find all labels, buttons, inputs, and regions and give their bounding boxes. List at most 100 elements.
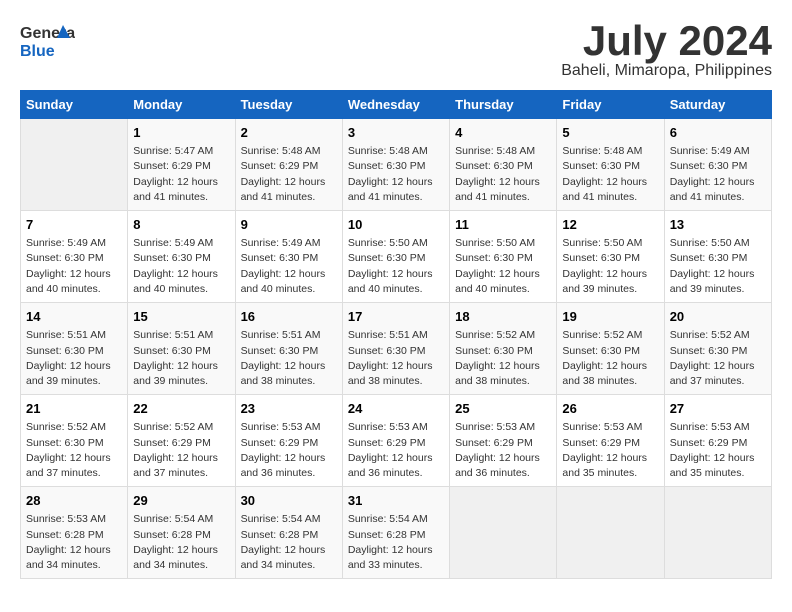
day-info: Sunrise: 5:48 AMSunset: 6:29 PMDaylight:… [241, 144, 337, 205]
day-number: 30 [241, 492, 337, 510]
day-info: Sunrise: 5:53 AMSunset: 6:29 PMDaylight:… [562, 420, 658, 481]
calendar-cell: 12 Sunrise: 5:50 AMSunset: 6:30 PMDayligh… [557, 211, 664, 303]
month-title: July 2024 [561, 20, 772, 62]
day-number: 9 [241, 216, 337, 234]
header-monday: Monday [128, 91, 235, 119]
day-info: Sunrise: 5:54 AMSunset: 6:28 PMDaylight:… [241, 512, 337, 573]
calendar-cell: 25 Sunrise: 5:53 AMSunset: 6:29 PMDayligh… [450, 395, 557, 487]
day-number: 29 [133, 492, 229, 510]
location-title: Baheli, Mimaropa, Philippines [561, 62, 772, 80]
calendar-cell [450, 487, 557, 579]
day-info: Sunrise: 5:52 AMSunset: 6:30 PMDaylight:… [455, 328, 551, 389]
day-number: 7 [26, 216, 122, 234]
day-number: 11 [455, 216, 551, 234]
day-info: Sunrise: 5:51 AMSunset: 6:30 PMDaylight:… [348, 328, 444, 389]
title-area: July 2024 Baheli, Mimaropa, Philippines [561, 20, 772, 80]
day-info: Sunrise: 5:52 AMSunset: 6:29 PMDaylight:… [133, 420, 229, 481]
calendar-cell: 14 Sunrise: 5:51 AMSunset: 6:30 PMDayligh… [21, 303, 128, 395]
day-number: 18 [455, 308, 551, 326]
calendar-cell [21, 119, 128, 211]
calendar-cell: 4 Sunrise: 5:48 AMSunset: 6:30 PMDaylight… [450, 119, 557, 211]
calendar-cell: 2 Sunrise: 5:48 AMSunset: 6:29 PMDaylight… [235, 119, 342, 211]
calendar-cell: 30 Sunrise: 5:54 AMSunset: 6:28 PMDayligh… [235, 487, 342, 579]
day-number: 3 [348, 124, 444, 142]
calendar-table: SundayMondayTuesdayWednesdayThursdayFrid… [20, 90, 772, 579]
day-number: 20 [670, 308, 766, 326]
calendar-cell: 18 Sunrise: 5:52 AMSunset: 6:30 PMDayligh… [450, 303, 557, 395]
day-number: 8 [133, 216, 229, 234]
day-number: 25 [455, 400, 551, 418]
calendar-cell [664, 487, 771, 579]
calendar-cell: 8 Sunrise: 5:49 AMSunset: 6:30 PMDaylight… [128, 211, 235, 303]
day-info: Sunrise: 5:47 AMSunset: 6:29 PMDaylight:… [133, 144, 229, 205]
day-number: 22 [133, 400, 229, 418]
day-number: 31 [348, 492, 444, 510]
day-info: Sunrise: 5:52 AMSunset: 6:30 PMDaylight:… [26, 420, 122, 481]
week-row-5: 28 Sunrise: 5:53 AMSunset: 6:28 PMDayligh… [21, 487, 772, 579]
calendar-cell: 15 Sunrise: 5:51 AMSunset: 6:30 PMDayligh… [128, 303, 235, 395]
svg-text:Blue: Blue [20, 43, 55, 60]
calendar-cell: 24 Sunrise: 5:53 AMSunset: 6:29 PMDayligh… [342, 395, 449, 487]
calendar-cell: 27Sunrise: 5:53 AMSunset: 6:29 PMDayligh… [664, 395, 771, 487]
day-info: Sunrise: 5:48 AMSunset: 6:30 PMDaylight:… [348, 144, 444, 205]
week-row-1: 1Sunrise: 5:47 AMSunset: 6:29 PMDaylight… [21, 119, 772, 211]
calendar-cell: 26 Sunrise: 5:53 AMSunset: 6:29 PMDayligh… [557, 395, 664, 487]
day-info: Sunrise: 5:51 AMSunset: 6:30 PMDaylight:… [241, 328, 337, 389]
day-info: Sunrise: 5:50 AMSunset: 6:30 PMDaylight:… [562, 236, 658, 297]
day-info: Sunrise: 5:54 AMSunset: 6:28 PMDaylight:… [133, 512, 229, 573]
day-number: 5 [562, 124, 658, 142]
calendar-cell: 29 Sunrise: 5:54 AMSunset: 6:28 PMDayligh… [128, 487, 235, 579]
calendar-cell: 20 Sunrise: 5:52 AMSunset: 6:30 PMDayligh… [664, 303, 771, 395]
day-info: Sunrise: 5:49 AMSunset: 6:30 PMDaylight:… [241, 236, 337, 297]
day-number: 21 [26, 400, 122, 418]
day-info: Sunrise: 5:53 AMSunset: 6:29 PMDaylight:… [455, 420, 551, 481]
day-number: 2 [241, 124, 337, 142]
day-number: 14 [26, 308, 122, 326]
day-info: Sunrise: 5:48 AMSunset: 6:30 PMDaylight:… [562, 144, 658, 205]
calendar-cell: 6Sunrise: 5:49 AMSunset: 6:30 PMDaylight… [664, 119, 771, 211]
day-info: Sunrise: 5:49 AMSunset: 6:30 PMDaylight:… [670, 144, 766, 205]
day-number: 4 [455, 124, 551, 142]
calendar-cell: 3 Sunrise: 5:48 AMSunset: 6:30 PMDaylight… [342, 119, 449, 211]
calendar-cell: 10Sunrise: 5:50 AMSunset: 6:30 PMDayligh… [342, 211, 449, 303]
calendar-cell: 31 Sunrise: 5:54 AMSunset: 6:28 PMDayligh… [342, 487, 449, 579]
day-info: Sunrise: 5:50 AMSunset: 6:30 PMDaylight:… [670, 236, 766, 297]
header-friday: Friday [557, 91, 664, 119]
header-wednesday: Wednesday [342, 91, 449, 119]
calendar-cell: 22 Sunrise: 5:52 AMSunset: 6:29 PMDayligh… [128, 395, 235, 487]
calendar-cell: 16 Sunrise: 5:51 AMSunset: 6:30 PMDayligh… [235, 303, 342, 395]
day-info: Sunrise: 5:49 AMSunset: 6:30 PMDaylight:… [133, 236, 229, 297]
day-info: Sunrise: 5:53 AMSunset: 6:29 PMDaylight:… [241, 420, 337, 481]
day-number: 23 [241, 400, 337, 418]
calendar-cell: 28 Sunrise: 5:53 AMSunset: 6:28 PMDayligh… [21, 487, 128, 579]
day-info: Sunrise: 5:53 AMSunset: 6:29 PMDaylight:… [348, 420, 444, 481]
day-number: 17 [348, 308, 444, 326]
day-info: Sunrise: 5:50 AMSunset: 6:30 PMDaylight:… [455, 236, 551, 297]
calendar-cell: 9 Sunrise: 5:49 AMSunset: 6:30 PMDaylight… [235, 211, 342, 303]
day-info: Sunrise: 5:48 AMSunset: 6:30 PMDaylight:… [455, 144, 551, 205]
calendar-cell: 21 Sunrise: 5:52 AMSunset: 6:30 PMDayligh… [21, 395, 128, 487]
day-info: Sunrise: 5:54 AMSunset: 6:28 PMDaylight:… [348, 512, 444, 573]
day-number: 28 [26, 492, 122, 510]
day-number: 15 [133, 308, 229, 326]
calendar-cell: 19Sunrise: 5:52 AMSunset: 6:30 PMDayligh… [557, 303, 664, 395]
day-info: Sunrise: 5:52 AMSunset: 6:30 PMDaylight:… [670, 328, 766, 389]
day-number: 16 [241, 308, 337, 326]
day-number: 19 [562, 308, 658, 326]
calendar-cell: 23 Sunrise: 5:53 AMSunset: 6:29 PMDayligh… [235, 395, 342, 487]
logo-icon: General Blue [20, 20, 75, 65]
day-info: Sunrise: 5:53 AMSunset: 6:28 PMDaylight:… [26, 512, 122, 573]
days-header-row: SundayMondayTuesdayWednesdayThursdayFrid… [21, 91, 772, 119]
day-number: 13 [670, 216, 766, 234]
day-info: Sunrise: 5:49 AMSunset: 6:30 PMDaylight:… [26, 236, 122, 297]
calendar-cell: 17 Sunrise: 5:51 AMSunset: 6:30 PMDayligh… [342, 303, 449, 395]
day-number: 12 [562, 216, 658, 234]
header-thursday: Thursday [450, 91, 557, 119]
day-number: 26 [562, 400, 658, 418]
logo: General Blue [20, 20, 75, 70]
calendar-cell [557, 487, 664, 579]
day-info: Sunrise: 5:51 AMSunset: 6:30 PMDaylight:… [133, 328, 229, 389]
calendar-cell: 7 Sunrise: 5:49 AMSunset: 6:30 PMDaylight… [21, 211, 128, 303]
day-info: Sunrise: 5:51 AMSunset: 6:30 PMDaylight:… [26, 328, 122, 389]
day-number: 24 [348, 400, 444, 418]
